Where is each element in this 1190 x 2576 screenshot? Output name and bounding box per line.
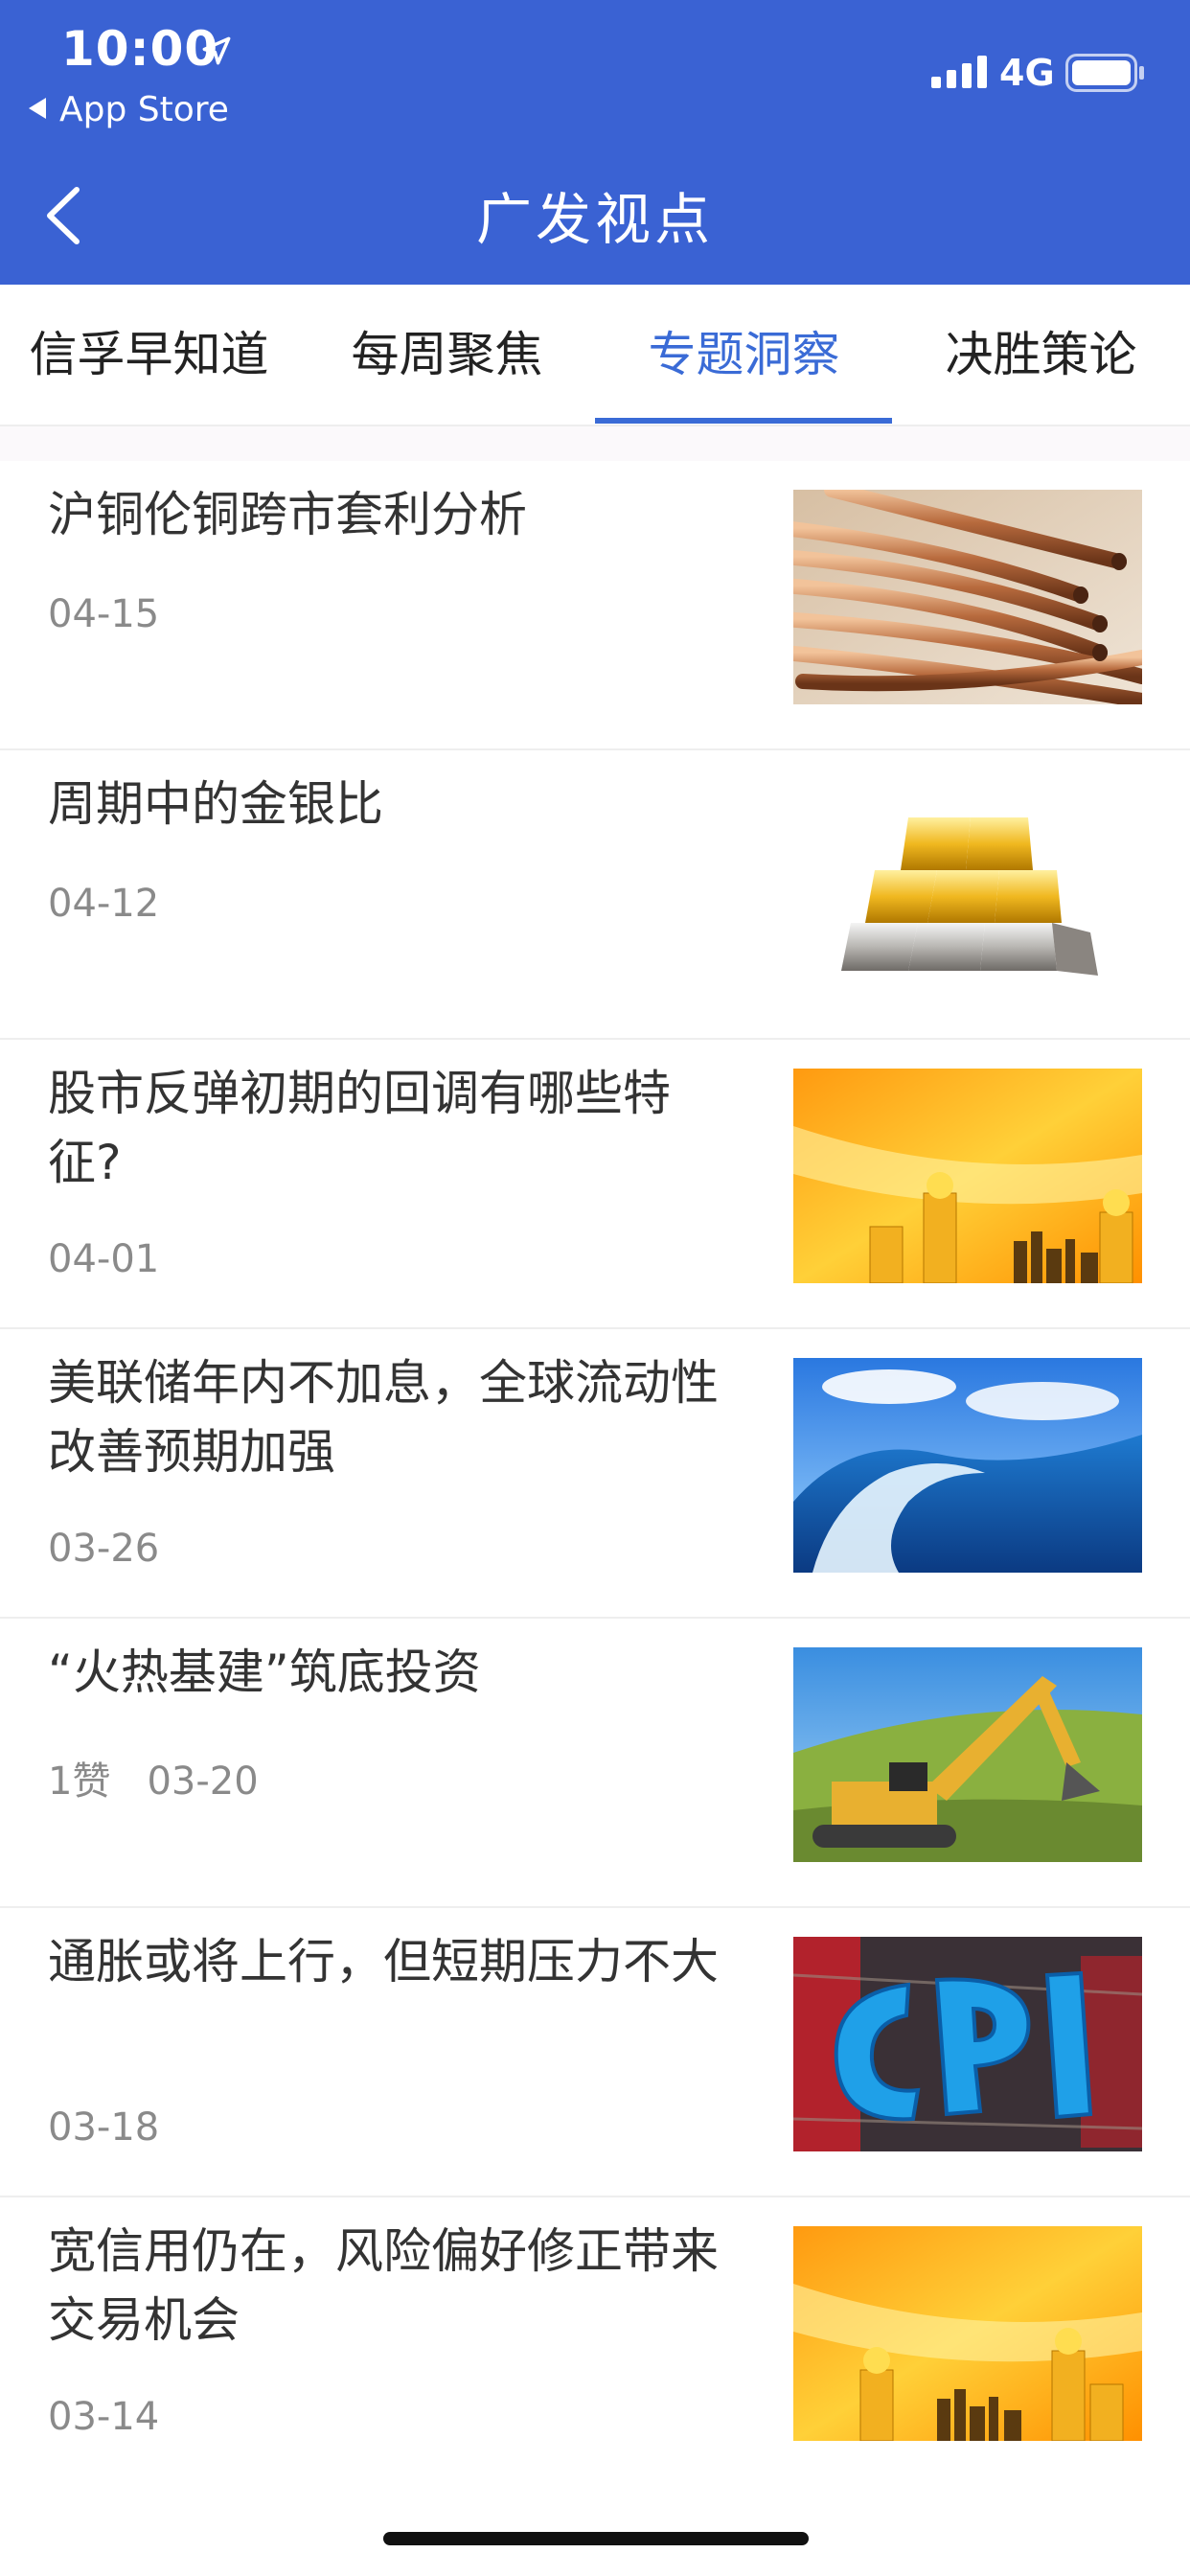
- article-title: 美联储年内不加息，全球流动性改善预期加强: [48, 1355, 719, 1480]
- network-type: 4G: [999, 52, 1055, 94]
- list-item[interactable]: 通胀或将上行，但短期压力不大 03-18: [0, 1908, 1190, 2197]
- list-item[interactable]: 股市反弹初期的回调有哪些特征? 04-01: [0, 1040, 1190, 1329]
- copper-pipes-image: [793, 490, 1142, 704]
- list-item[interactable]: “火热基建”筑底投资 1赞 03-20: [0, 1619, 1190, 1908]
- battery-icon: [1065, 54, 1144, 92]
- header: 10:00 App Store 4G 广发视点: [0, 0, 1190, 285]
- article-date: 03-18: [48, 2105, 160, 2150]
- article-date: 03-20: [147, 1760, 259, 1804]
- article-meta: 03-18: [48, 2105, 159, 2150]
- golden-city-coins-image: [793, 2226, 1142, 2441]
- excavator-image: [793, 1647, 1142, 1862]
- back-app-label: App Store: [59, 90, 229, 129]
- article-date: 03-14: [48, 2395, 160, 2439]
- article-date: 03-26: [48, 1527, 160, 1571]
- article-meta: 04-15: [48, 592, 159, 636]
- back-to-app-store[interactable]: App Store: [29, 90, 229, 129]
- article-meta: 04-01: [48, 1237, 159, 1281]
- ocean-wave-image: [793, 1358, 1142, 1573]
- list-item[interactable]: 美联储年内不加息，全球流动性改善预期加强 03-26: [0, 1329, 1190, 1619]
- gold-bars-image: [793, 779, 1142, 994]
- tab-separator: [0, 426, 1190, 461]
- list-item[interactable]: 沪铜伦铜跨市套利分析 04-15: [0, 461, 1190, 750]
- article-title: 宽信用仍在，风险偏好修正带来交易机会: [48, 2223, 719, 2348]
- location-arrow-icon: [202, 36, 231, 65]
- active-tab-indicator: [595, 418, 892, 424]
- article-likes: 1赞: [48, 1760, 111, 1804]
- tab-xinfu-zaozhidao[interactable]: 信孚早知道: [0, 285, 298, 425]
- back-triangle-icon: [29, 98, 46, 119]
- home-indicator[interactable]: [383, 2532, 809, 2545]
- article-date: 04-12: [48, 882, 160, 926]
- article-meta: 03-26: [48, 1527, 159, 1571]
- article-title: 周期中的金银比: [48, 776, 383, 832]
- article-title: “火热基建”筑底投资: [48, 1644, 481, 1700]
- status-time: 10:00: [61, 21, 219, 77]
- list-item[interactable]: 宽信用仍在，风险偏好修正带来交易机会 03-14: [0, 2197, 1190, 2487]
- article-date: 04-01: [48, 1237, 160, 1281]
- article-list: 沪铜伦铜跨市套利分析 04-15 周期中的金银比 04-12 股市反弹初期的回调…: [0, 461, 1190, 2487]
- tab-zhuanti-dongcha[interactable]: 专题洞察: [595, 285, 893, 425]
- article-meta: 04-12: [48, 882, 159, 926]
- tab-meizhou-jujiao[interactable]: 每周聚焦: [298, 285, 596, 425]
- article-title: 通胀或将上行，但短期压力不大: [48, 1934, 719, 1990]
- article-title: 股市反弹初期的回调有哪些特征?: [48, 1066, 671, 1190]
- cpi-letters-image: [793, 1937, 1142, 2151]
- list-item[interactable]: 周期中的金银比 04-12: [0, 750, 1190, 1040]
- article-title: 沪铜伦铜跨市套利分析: [48, 487, 527, 542]
- article-meta: 03-14: [48, 2395, 159, 2439]
- article-date: 04-15: [48, 592, 160, 636]
- tab-bar: 信孚早知道 每周聚焦 专题洞察 决胜策论: [0, 285, 1190, 426]
- golden-city-coins-image: [793, 1069, 1142, 1283]
- article-meta: 1赞 03-20: [48, 1750, 259, 1806]
- tab-juesheng-celun[interactable]: 决胜策论: [892, 285, 1190, 425]
- page-title: 广发视点: [475, 187, 714, 252]
- cellular-signal-icon: [931, 56, 987, 88]
